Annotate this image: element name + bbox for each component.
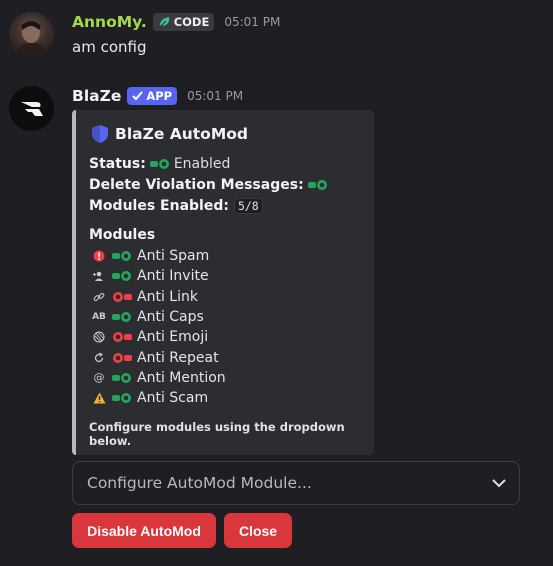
message-timestamp: 05:01 PM <box>224 15 281 29</box>
module-name: Anti Mention <box>137 369 226 386</box>
check-icon <box>132 91 144 101</box>
module-toggle-off <box>111 352 133 364</box>
toggle-on-icon <box>112 251 131 261</box>
bot-avatar[interactable] <box>9 86 54 131</box>
embed-title-text: BlaZe AutoMod <box>115 125 248 143</box>
modules-heading: Modules <box>89 227 156 243</box>
status-value: Enabled <box>173 156 231 172</box>
toggle-off-icon <box>113 332 132 343</box>
app-badge-label: APP <box>146 89 173 103</box>
module-name: Anti Spam <box>137 248 210 264</box>
embed-title: BlaZe AutoMod <box>91 124 248 144</box>
module-toggle-on <box>111 270 133 282</box>
modules-enabled-count: 5/8 <box>233 198 263 214</box>
modules-enabled-label: Modules Enabled: <box>89 198 229 214</box>
user-plus-icon <box>91 268 107 284</box>
module-row: Anti Repeat <box>91 350 219 366</box>
module-name: Anti Scam <box>137 390 209 407</box>
emoji-icon <box>91 329 107 345</box>
module-select-dropdown[interactable]: Configure AutoMod Module... <box>72 461 520 505</box>
app-badge: APP <box>127 87 178 105</box>
module-row: Anti Invite <box>91 268 209 284</box>
leaf-icon <box>159 17 169 28</box>
toggle-on-icon <box>112 271 131 282</box>
toggle-on-icon <box>149 159 169 169</box>
module-row: @ Anti Mention <box>91 370 226 386</box>
toggle-on-icon <box>112 372 131 383</box>
message-timestamp: 05:01 PM <box>187 89 244 103</box>
blaze-logo-icon <box>20 101 43 116</box>
username-blaze[interactable]: BlaZe <box>72 87 121 105</box>
automod-embed: BlaZe AutoMod Status: Enabled Delete Vio… <box>72 110 374 455</box>
toggle-on-icon <box>112 393 131 404</box>
delete-row: Delete Violation Messages: <box>89 177 329 193</box>
close-button[interactable]: Close <box>224 513 292 548</box>
status-label: Status: <box>89 156 146 172</box>
module-name: Anti Invite <box>137 268 209 285</box>
module-name: Anti Link <box>137 288 198 305</box>
link-icon <box>91 289 107 305</box>
module-name: Anti Caps <box>137 308 204 325</box>
code-badge: CODE <box>152 13 215 31</box>
select-placeholder: Configure AutoMod Module... <box>87 474 312 492</box>
module-toggle-on <box>111 311 133 323</box>
caps-icon: AB <box>92 311 106 322</box>
module-name: Anti Repeat <box>137 349 219 366</box>
module-toggle-off <box>111 291 133 303</box>
chevron-down-icon <box>492 478 506 487</box>
toggle-off-icon <box>113 352 132 363</box>
warning-icon <box>91 390 107 406</box>
status-row: Status: Enabled <box>89 156 230 172</box>
module-toggle-off <box>111 331 133 343</box>
module-row: AB Anti Caps <box>91 309 204 325</box>
disable-automod-button[interactable]: Disable AutoMod <box>72 513 216 548</box>
delete-label: Delete Violation Messages: <box>89 177 304 193</box>
username-annomy[interactable]: AnnoMy. <box>72 13 147 31</box>
exclamation-icon <box>91 248 107 264</box>
shield-icon <box>92 125 108 143</box>
toggle-off-icon <box>113 291 132 302</box>
toggle-on-icon <box>307 180 327 190</box>
module-toggle-on <box>111 250 133 262</box>
module-row: Anti Spam <box>91 248 209 264</box>
embed-footer: Configure modules using the dropdown bel… <box>89 420 345 448</box>
module-row: Anti Emoji <box>91 329 208 345</box>
modules-enabled-row: Modules Enabled: 5/8 <box>89 198 263 214</box>
user-avatar[interactable] <box>9 12 54 57</box>
module-row: Anti Scam <box>91 390 208 406</box>
code-badge-label: CODE <box>173 15 210 29</box>
module-row: Anti Link <box>91 289 198 305</box>
at-icon: @ <box>93 371 105 385</box>
toggle-on-icon <box>112 311 131 322</box>
message-content: am config <box>72 38 147 56</box>
module-name: Anti Emoji <box>137 329 209 346</box>
module-toggle-on <box>111 392 133 404</box>
module-toggle-on <box>111 372 133 384</box>
repeat-icon <box>91 350 107 366</box>
